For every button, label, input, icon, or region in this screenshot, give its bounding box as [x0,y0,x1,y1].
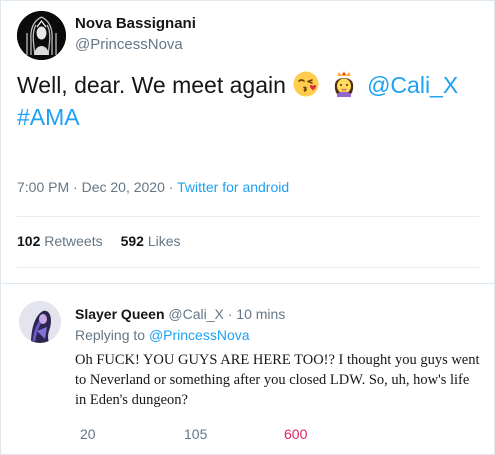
like-count[interactable]: 600 [284,426,307,442]
divider [17,216,479,217]
reply-author-handle[interactable]: @Cali_X [168,306,223,322]
replying-to: Replying to @PrincessNova [75,327,250,343]
tweet-text: Well, dear. We meet again @Cali_X #AMA [17,69,487,133]
kissing-face-icon [292,70,320,98]
likes-stat[interactable]: 592 Likes [121,233,181,249]
mention-link[interactable]: @Cali_X [367,72,458,98]
princess-icon [330,70,358,98]
author-handle[interactable]: @PrincessNova [75,36,183,53]
divider [17,267,479,268]
retweet-count[interactable]: 105 [184,426,207,442]
meta-separator-source: · [164,179,178,195]
author-name[interactable]: Nova Bassignani [75,15,196,32]
meta-separator: · [69,179,82,195]
replying-to-link[interactable]: @PrincessNova [149,327,250,343]
replying-to-prefix: Replying to [75,327,146,343]
reply-time[interactable]: 10 mins [236,306,285,322]
reply-header: Slayer Queen @Cali_X · 10 mins [75,306,285,322]
tweet-meta: 7:00 PM · Dec 20, 2020 · Twitter for and… [17,179,289,195]
reply-count[interactable]: 20 [80,426,96,442]
reply-time-separator: · [223,306,237,322]
tweet-time[interactable]: 7:00 PM [17,179,69,195]
tweet-stats: 102 Retweets 592 Likes [17,233,181,249]
retweets-stat[interactable]: 102 Retweets [17,233,103,249]
tweet-card: Nova Bassignani @PrincessNova Well, dear… [0,0,495,455]
reply-author-name[interactable]: Slayer Queen [75,306,165,322]
author-avatar[interactable] [17,11,66,60]
likes-count: 592 [120,233,144,249]
tweet-date[interactable]: Dec 20, 2020 [82,179,165,195]
section-separator [1,283,495,284]
likes-label: Likes [147,233,181,249]
reply-text: Oh FUCK! YOU GUYS ARE HERE TOO!? I thoug… [75,352,480,408]
hashtag-link[interactable]: #AMA [17,104,80,130]
tweet-text-main: Well, dear. We meet again [17,72,286,98]
retweets-count: 102 [17,233,41,249]
reply-author-avatar[interactable] [19,301,61,343]
tweet-source-link[interactable]: Twitter for android [177,179,289,195]
retweets-label: Retweets [44,233,103,249]
